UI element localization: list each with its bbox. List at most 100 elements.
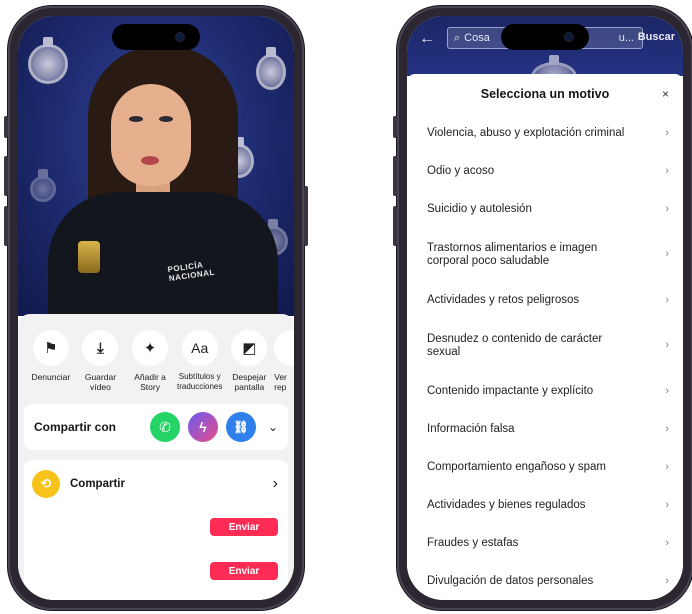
action-label: Denunciar bbox=[31, 372, 71, 382]
search-button[interactable]: Buscar bbox=[638, 31, 675, 43]
send-button[interactable]: Enviar bbox=[210, 518, 278, 536]
reason-item[interactable]: Trastornos alimentarios e imagen corpora… bbox=[407, 228, 683, 281]
right-phone-frame: ← ⌕ Cosa u... Buscar Selecciona un motiv… bbox=[393, 6, 692, 610]
chevron-right-icon: › bbox=[665, 164, 669, 177]
speaker-face bbox=[111, 84, 191, 186]
action-button bbox=[4, 116, 8, 138]
dynamic-island bbox=[501, 24, 589, 50]
reason-item[interactable]: Odio y acoso › bbox=[407, 152, 683, 190]
right-screen: ← ⌕ Cosa u... Buscar Selecciona un motiv… bbox=[407, 16, 683, 600]
reason-item[interactable]: Fraudes y estafas › bbox=[407, 524, 683, 562]
reason-label: Comportamiento engañoso y spam bbox=[427, 460, 606, 473]
search-icon: ⌕ bbox=[454, 31, 461, 44]
eye bbox=[129, 116, 143, 122]
share-with-row: Compartir con ✆ ϟ ⛓ ⌄ bbox=[24, 404, 288, 450]
reason-label: Fraudes y estafas bbox=[427, 536, 519, 549]
action-label: Añadir a Story bbox=[134, 372, 166, 392]
reason-label: Trastornos alimentarios e imagen corpora… bbox=[427, 241, 598, 267]
action-label: Guardar vídeo bbox=[84, 372, 117, 392]
flag-icon: ⚑ bbox=[32, 330, 69, 366]
reason-label: Odio y acoso bbox=[427, 164, 495, 177]
reason-label: Divulgación de datos personales bbox=[427, 574, 594, 587]
more-icon bbox=[274, 330, 294, 366]
reason-label: Actividades y bienes regulados bbox=[427, 498, 586, 511]
chevron-right-icon: › bbox=[665, 384, 669, 397]
share-with-title: Compartir con bbox=[34, 420, 117, 434]
download-icon: ⤓ bbox=[82, 330, 119, 366]
chevron-right-icon: › bbox=[272, 475, 278, 492]
action-clear-screen[interactable]: ◩ Despejar pantalla bbox=[225, 330, 275, 392]
reason-item[interactable]: Divulgación de datos personales › bbox=[407, 562, 683, 600]
search-value: Cosa bbox=[464, 32, 490, 44]
reason-label: Contenido impactante y explícito bbox=[427, 384, 594, 397]
reason-item[interactable]: Violencia, abuso y explotación criminal … bbox=[407, 114, 683, 152]
volume-up-button bbox=[4, 156, 8, 196]
link-icon[interactable]: ⛓ bbox=[225, 412, 256, 442]
volume-down-button bbox=[4, 206, 8, 246]
reason-item[interactable]: Actividades y bienes regulados › bbox=[407, 486, 683, 524]
video-player[interactable]: POLICÍA NACIONAL bbox=[18, 16, 294, 316]
action-more[interactable]: Ver rep bbox=[274, 330, 294, 392]
reason-label: Actividades y retos peligrosos bbox=[427, 293, 580, 306]
action-row: ⚑ Denunciar ⤓ Guardar vídeo ✦ Añadir a S… bbox=[26, 330, 294, 392]
chevron-right-icon: › bbox=[665, 248, 669, 260]
reason-item[interactable]: Suicidio y autolesión › bbox=[407, 190, 683, 228]
action-add-story[interactable]: ✦ Añadir a Story bbox=[125, 330, 175, 392]
reason-label: Información falsa bbox=[427, 422, 515, 435]
chevron-right-icon: › bbox=[665, 339, 669, 351]
modal-header: Selecciona un motivo × bbox=[407, 74, 683, 114]
volume-down-button bbox=[393, 206, 397, 246]
volume-up-button bbox=[393, 156, 397, 196]
reason-item[interactable]: Información falsa › bbox=[407, 410, 683, 448]
action-label: Subtítulos y traducciones bbox=[177, 372, 223, 391]
chevron-right-icon: › bbox=[665, 293, 669, 306]
police-emblem bbox=[30, 169, 56, 202]
mouth bbox=[141, 156, 159, 165]
reason-item[interactable]: Desnudez o contenido de carácter sexual … bbox=[407, 319, 683, 372]
action-label: Ver rep bbox=[274, 372, 287, 392]
police-emblem bbox=[256, 47, 286, 90]
repost-label: Compartir bbox=[70, 478, 125, 490]
back-arrow-icon[interactable]: ← bbox=[419, 30, 435, 48]
messenger-icon[interactable]: ϟ bbox=[187, 412, 218, 442]
report-modal: Selecciona un motivo × Violencia, abuso … bbox=[407, 74, 683, 600]
reason-item[interactable]: Actividades y retos peligrosos › bbox=[407, 281, 683, 319]
action-captions[interactable]: Aa Subtítulos y traducciones bbox=[175, 330, 225, 392]
chevron-right-icon: › bbox=[665, 202, 669, 215]
chevron-right-icon: › bbox=[665, 536, 669, 549]
chevron-down-icon[interactable]: ⌄ bbox=[268, 420, 278, 434]
chevron-right-icon: › bbox=[665, 126, 669, 139]
share-sheet: ⚑ Denunciar ⤓ Guardar vídeo ✦ Añadir a S… bbox=[18, 314, 294, 600]
sparkle-icon: ✦ bbox=[132, 330, 169, 366]
send-button[interactable]: Enviar bbox=[210, 562, 278, 580]
dynamic-island bbox=[112, 24, 200, 50]
action-report[interactable]: ⚑ Denunciar bbox=[26, 330, 76, 392]
chevron-right-icon: › bbox=[665, 574, 669, 587]
repost-row[interactable]: ⟲ Compartir › bbox=[32, 468, 278, 500]
reason-label: Suicidio y autolesión bbox=[427, 202, 532, 215]
repost-icon: ⟲ bbox=[32, 470, 60, 498]
reason-item[interactable]: Comportamiento engañoso y spam › bbox=[407, 448, 683, 486]
captions-icon: Aa bbox=[181, 330, 218, 366]
modal-title: Selecciona un motivo bbox=[480, 87, 610, 101]
reason-label: Desnudez o contenido de carácter sexual bbox=[427, 332, 603, 358]
whatsapp-icon[interactable]: ✆ bbox=[149, 412, 180, 442]
search-value-truncated: u... bbox=[618, 32, 634, 44]
police-emblem bbox=[28, 37, 68, 84]
eye bbox=[159, 116, 173, 122]
left-phone-frame: POLICÍA NACIONAL ⚑ Denunciar ⤓ Guardar v… bbox=[4, 6, 308, 610]
power-button bbox=[304, 186, 308, 246]
clear-screen-icon: ◩ bbox=[231, 330, 268, 366]
reason-item[interactable]: Contenido impactante y explícito › bbox=[407, 372, 683, 410]
uniform-badge bbox=[78, 241, 100, 273]
close-icon[interactable]: × bbox=[662, 87, 669, 101]
friends-panel: ⟲ Compartir › Enviar Enviar bbox=[24, 460, 288, 600]
chevron-right-icon: › bbox=[665, 422, 669, 435]
chevron-right-icon: › bbox=[665, 460, 669, 473]
chevron-right-icon: › bbox=[665, 498, 669, 511]
action-button bbox=[393, 116, 397, 138]
left-screen: POLICÍA NACIONAL ⚑ Denunciar ⤓ Guardar v… bbox=[18, 16, 294, 600]
reason-label: Violencia, abuso y explotación criminal bbox=[427, 126, 625, 139]
action-save-video[interactable]: ⤓ Guardar vídeo bbox=[76, 330, 126, 392]
reason-list: Violencia, abuso y explotación criminal … bbox=[407, 114, 683, 600]
